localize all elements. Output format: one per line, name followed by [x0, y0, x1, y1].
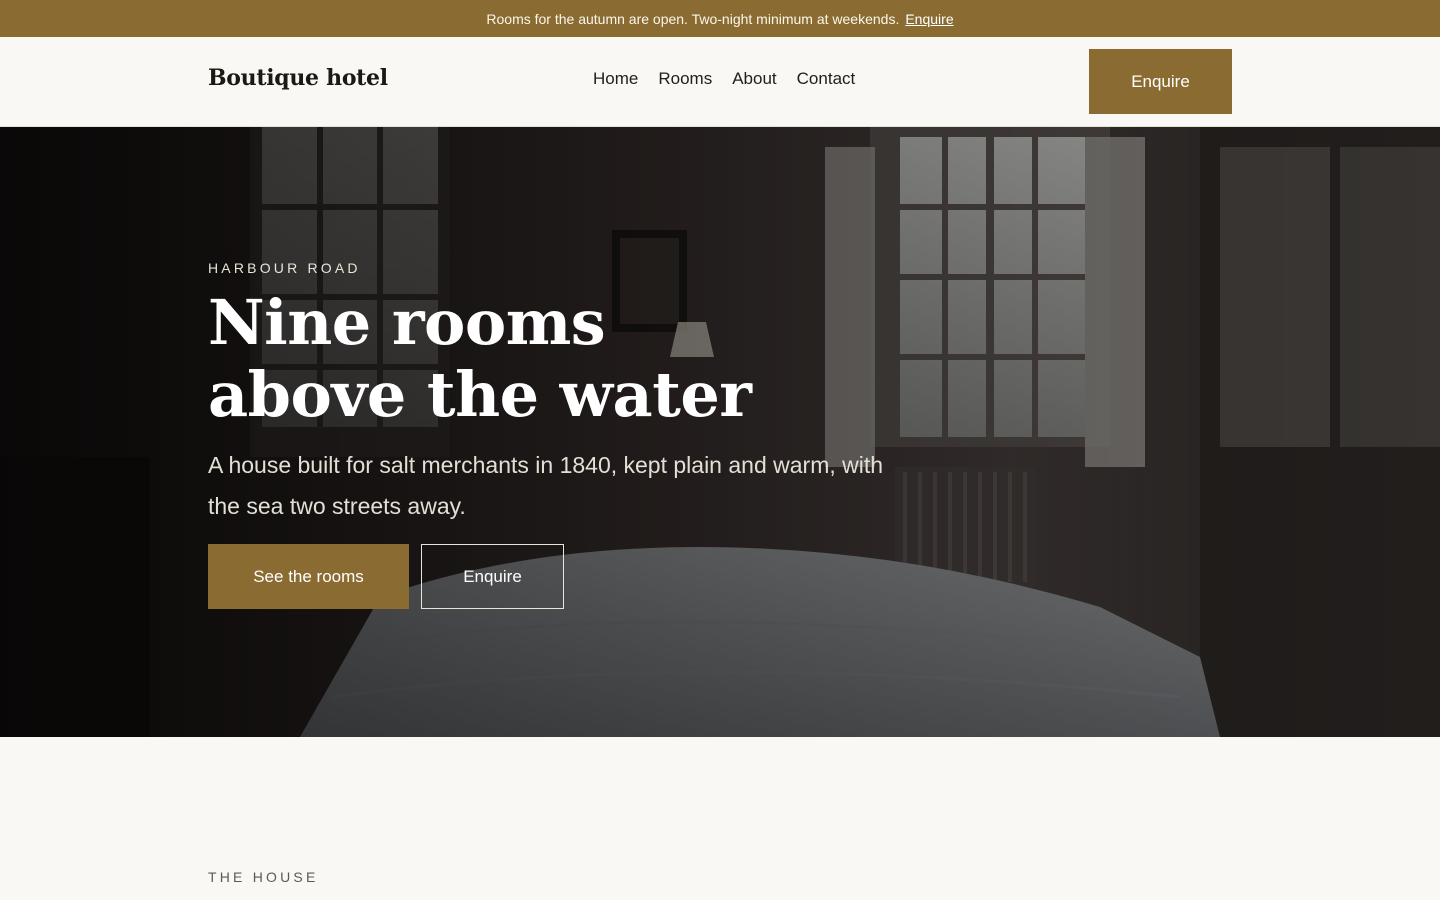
nav-item-rooms[interactable]: Rooms [658, 69, 712, 89]
hero-title-line-2: above the water [208, 358, 752, 431]
hero-title: Nine rooms above the water [208, 287, 968, 431]
nav-item-about[interactable]: About [732, 69, 776, 89]
main-nav: Home Rooms About Contact [593, 69, 855, 89]
hero-dark-overlay [0, 127, 1440, 737]
hero-title-line-1: Nine rooms [208, 286, 606, 359]
header-enquire-button[interactable]: Enquire [1089, 49, 1232, 114]
see-rooms-button[interactable]: See the rooms [208, 544, 409, 609]
announcement-bar: Rooms for the autumn are open. Two-night… [0, 0, 1440, 37]
nav-item-contact[interactable]: Contact [797, 69, 856, 89]
hero-section: HARBOUR ROAD Nine rooms above the water … [0, 127, 1440, 737]
house-section-eyebrow: THE HOUSE [208, 869, 319, 885]
brand-logo[interactable]: Boutique hotel [208, 65, 388, 91]
nav-item-home[interactable]: Home [593, 69, 638, 89]
hero-eyebrow: HARBOUR ROAD [208, 260, 361, 276]
announcement-message: Rooms for the autumn are open. Two-night… [486, 10, 900, 27]
hero-subtitle: A house built for salt merchants in 1840… [208, 452, 884, 519]
announcement-enquire-link[interactable]: Enquire [905, 11, 953, 27]
hero-enquire-button[interactable]: Enquire [421, 544, 564, 609]
site-header: Boutique hotel Home Rooms About Contact … [0, 37, 1440, 127]
